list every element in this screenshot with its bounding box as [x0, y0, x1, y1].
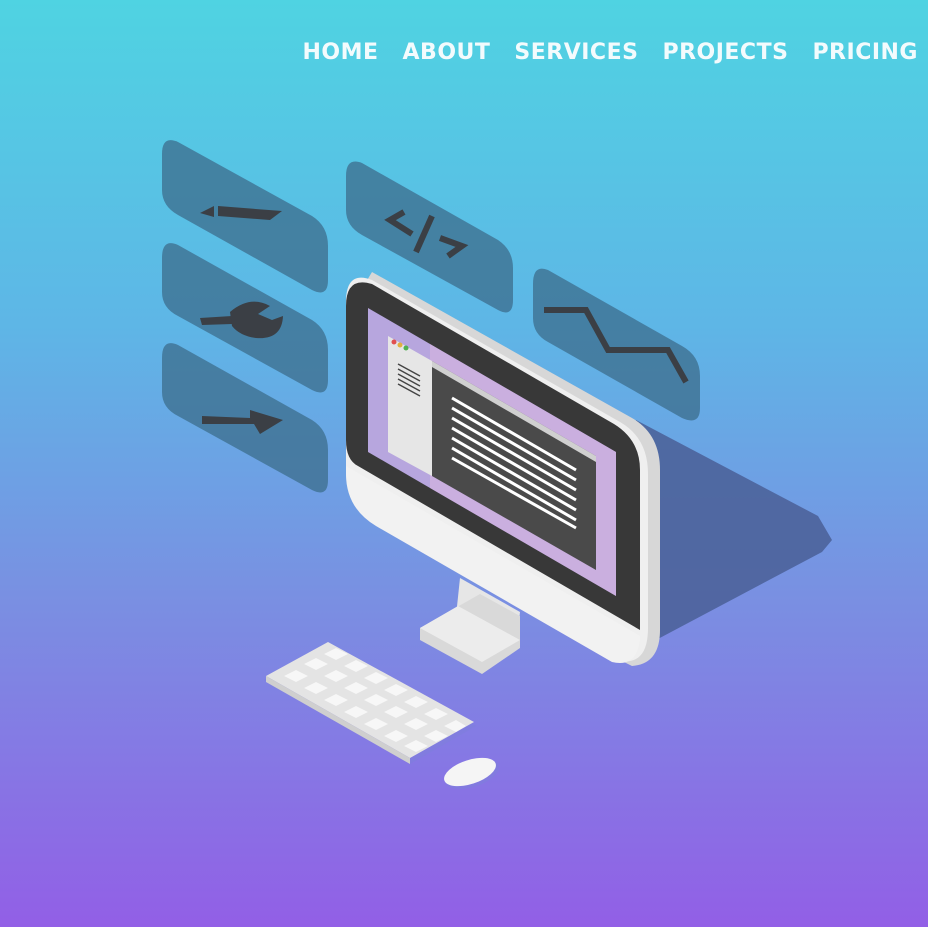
hero-illustration [162, 140, 832, 790]
mouse [444, 757, 499, 790]
monitor-shadow [636, 420, 832, 660]
keyboard [264, 642, 476, 764]
